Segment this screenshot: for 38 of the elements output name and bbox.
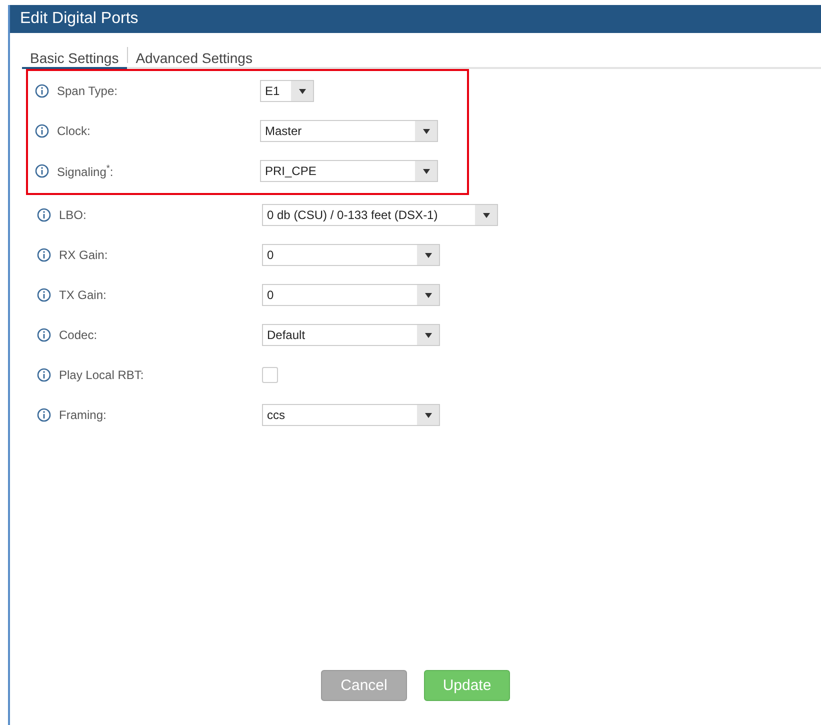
field-label: Framing: <box>59 408 108 422</box>
tab[interactable]: Advanced Settings <box>128 50 260 69</box>
field-label: TX Gain: <box>59 288 108 302</box>
info-icon[interactable] <box>35 124 49 138</box>
caret-icon <box>482 212 490 218</box>
field-label: LBO: <box>59 208 88 222</box>
dropdown[interactable]: E1 <box>260 80 314 102</box>
caret-icon <box>424 412 432 418</box>
field-label: Play Local RBT: <box>59 368 145 382</box>
field-label: Span Type: <box>57 84 118 98</box>
caret-icon <box>424 332 432 338</box>
info-icon[interactable] <box>37 248 51 262</box>
caret-icon <box>424 292 432 298</box>
info-icon[interactable] <box>35 84 49 98</box>
dropdown[interactable]: PRI_CPE <box>260 160 438 182</box>
caret-icon <box>422 128 430 134</box>
window-title: Edit Digital Ports <box>10 5 821 33</box>
info-icon[interactable] <box>37 408 51 422</box>
field-label: Clock: <box>57 124 92 138</box>
info-icon[interactable] <box>37 328 51 342</box>
field-label: Codec: <box>59 328 98 342</box>
info-icon[interactable] <box>37 288 51 302</box>
info-icon[interactable] <box>35 164 49 178</box>
caret-icon <box>422 168 430 174</box>
info-icon[interactable] <box>37 208 51 222</box>
dropdown[interactable]: Master <box>260 120 438 142</box>
dropdown[interactable]: Default <box>262 324 440 346</box>
dropdown[interactable]: 0 <box>262 284 440 306</box>
caret-icon <box>424 252 432 258</box>
field-label: Signaling$^{*}$: <box>57 163 114 179</box>
caret-icon <box>298 88 306 94</box>
tab[interactable]: Basic Settings <box>22 50 127 69</box>
field-label: RX Gain: <box>59 248 109 262</box>
info-icon[interactable] <box>37 368 51 382</box>
dropdown[interactable]: 0 <box>262 244 440 266</box>
dropdown[interactable]: 0 db (CSU) / 0-133 feet (DSX-1) <box>262 204 498 226</box>
checkbox[interactable] <box>262 367 278 383</box>
dropdown[interactable]: ccs <box>262 404 440 426</box>
